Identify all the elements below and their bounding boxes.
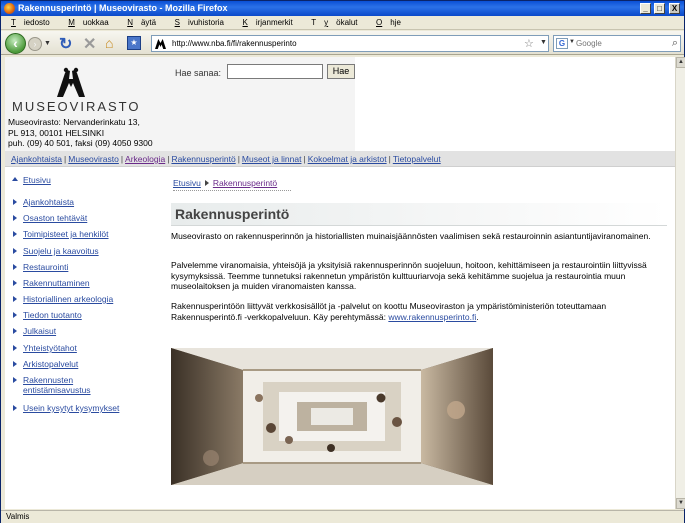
history-dropdown-icon[interactable]: ▼ — [44, 40, 51, 47]
triangle-right-icon — [13, 280, 17, 286]
site-search-label: Hae sanaa: — [175, 68, 222, 78]
triangle-right-icon — [13, 312, 17, 318]
close-button[interactable]: X — [669, 3, 680, 14]
engine-dropdown-icon[interactable]: ▼ — [569, 39, 575, 45]
triangle-right-icon — [13, 264, 17, 270]
rakennusperinto-link[interactable]: www.rakennusperinto.fi — [388, 312, 476, 322]
back-button[interactable]: ‹ — [5, 33, 26, 54]
triangle-right-icon — [13, 377, 17, 383]
bookmark-icon[interactable]: ★ — [127, 36, 141, 50]
site-search-input[interactable] — [227, 64, 323, 79]
magnifier-icon[interactable]: ⌕ — [672, 37, 678, 50]
breadcrumb-arrow-icon — [204, 180, 209, 186]
site-favicon-icon — [155, 39, 166, 49]
status-text: Valmis — [6, 512, 30, 521]
arrow-right-icon: › — [33, 39, 37, 49]
contact-address: Museovirasto: Nervanderinkatu 13, PL 913… — [8, 117, 153, 148]
url-bar[interactable]: ☆ ▼ — [151, 35, 549, 52]
url-dropdown-icon[interactable]: ▼ — [540, 39, 547, 46]
status-bar: Valmis — [1, 510, 684, 523]
services-paragraph: Palvelemme viranomaisia, yhteisöjä ja yk… — [171, 260, 647, 291]
menu-muokkaa[interactable]: Muokkaa — [63, 16, 111, 30]
window-title: Rakennusperintö | Museovirasto - Mozilla… — [18, 3, 228, 13]
title-bar: Rakennusperintö | Museovirasto - Mozilla… — [1, 1, 684, 16]
triangle-right-icon — [13, 215, 17, 221]
search-input[interactable] — [576, 37, 662, 50]
reload-icon[interactable]: ↻ — [59, 34, 72, 54]
topnav-arkeologia[interactable]: Arkeologia — [125, 154, 165, 164]
triangle-right-icon — [13, 248, 17, 254]
title-divider — [171, 225, 667, 226]
topnav-rakennusperinto[interactable]: Rakennusperintö — [171, 154, 235, 164]
topnav-museovirasto[interactable]: Museovirasto — [68, 154, 119, 164]
menu-ohje[interactable]: Ohje — [371, 16, 404, 30]
header-search-area — [355, 57, 675, 151]
topnav-museot-ja-linnat[interactable]: Museot ja linnat — [242, 154, 302, 164]
breadcrumb-divider — [173, 190, 291, 191]
google-engine-icon[interactable]: G — [556, 38, 568, 49]
star-icon[interactable]: ☆ — [524, 37, 534, 50]
web-services-paragraph: Rakennusperintöön liittyvät verkkosisäll… — [171, 301, 607, 322]
forward-button[interactable]: › — [28, 37, 42, 51]
menu-bar: Tiedosto Muokkaa Näytä Sivuhistoria Kirj… — [1, 16, 684, 30]
triangle-right-icon — [13, 231, 17, 237]
menu-tiedosto[interactable]: Tiedosto — [6, 16, 53, 30]
page-title: Rakennusperintö — [171, 203, 667, 225]
topnav-kokoelmat-ja-arkistot[interactable]: Kokoelmat ja arkistot — [308, 154, 387, 164]
topnav-ajankohtaista[interactable]: Ajankohtaista — [11, 154, 62, 164]
triangle-right-icon — [13, 199, 17, 205]
minimize-button[interactable]: _ — [640, 3, 651, 14]
maximize-button[interactable]: □ — [654, 3, 665, 14]
scroll-up-icon[interactable]: ▲ — [676, 57, 685, 68]
firefox-icon — [4, 3, 15, 14]
logo-wordmark: MUSEOVIRASTO — [12, 99, 141, 114]
triangle-right-icon — [13, 361, 17, 367]
triangle-up-icon — [12, 177, 18, 181]
triangle-right-icon — [13, 345, 17, 351]
vertical-scrollbar[interactable]: ▲ ▼ — [675, 57, 685, 509]
site-search-button[interactable]: Hae — [327, 64, 355, 79]
scroll-down-icon[interactable]: ▼ — [676, 498, 685, 509]
stop-icon[interactable]: ✕ — [83, 34, 96, 54]
triangle-right-icon — [13, 405, 17, 411]
page-viewport: MUSEOVIRASTO Museovirasto: Nervanderinka… — [5, 57, 675, 509]
breadcrumb-current[interactable]: Rakennusperintö — [213, 178, 277, 188]
top-navigation: Ajankohtaista | Museovirasto | Arkeologia | Ra… — [5, 151, 675, 167]
menu-tyokalut[interactable]: Ty ökalut — [306, 16, 360, 30]
triangle-right-icon — [13, 296, 17, 302]
menu-sivuhistoria[interactable]: Sivuhistoria — [170, 16, 227, 30]
breadcrumb-home[interactable]: Etusivu — [173, 178, 201, 188]
topnav-tietopalvelut[interactable]: Tietopalvelut — [393, 154, 441, 164]
triangle-right-icon — [13, 328, 17, 334]
menu-kirjanmerkit[interactable]: Kirjanmerkit — [237, 16, 295, 30]
browser-window: Rakennusperintö | Museovirasto - Mozilla… — [0, 0, 685, 523]
staircase-photo — [171, 348, 493, 485]
staircase-photo-image — [171, 348, 493, 485]
arrow-left-icon: ‹ — [13, 35, 18, 51]
search-bar[interactable]: G ▼ ⌕ — [553, 35, 681, 52]
menu-nayta[interactable]: Näytä — [122, 16, 159, 30]
intro-paragraph: Museovirasto on rakennusperinnön ja hist… — [171, 231, 651, 241]
url-input[interactable] — [172, 37, 512, 50]
home-icon[interactable]: ⌂ — [105, 35, 113, 51]
navigation-toolbar: ‹ › ▼ ↻ ✕ ⌂ ★ ☆ ▼ G ▼ ⌕ — [1, 31, 684, 55]
breadcrumb: Etusivu Rakennusperintö — [173, 178, 277, 188]
museovirasto-logo-icon — [57, 67, 85, 97]
